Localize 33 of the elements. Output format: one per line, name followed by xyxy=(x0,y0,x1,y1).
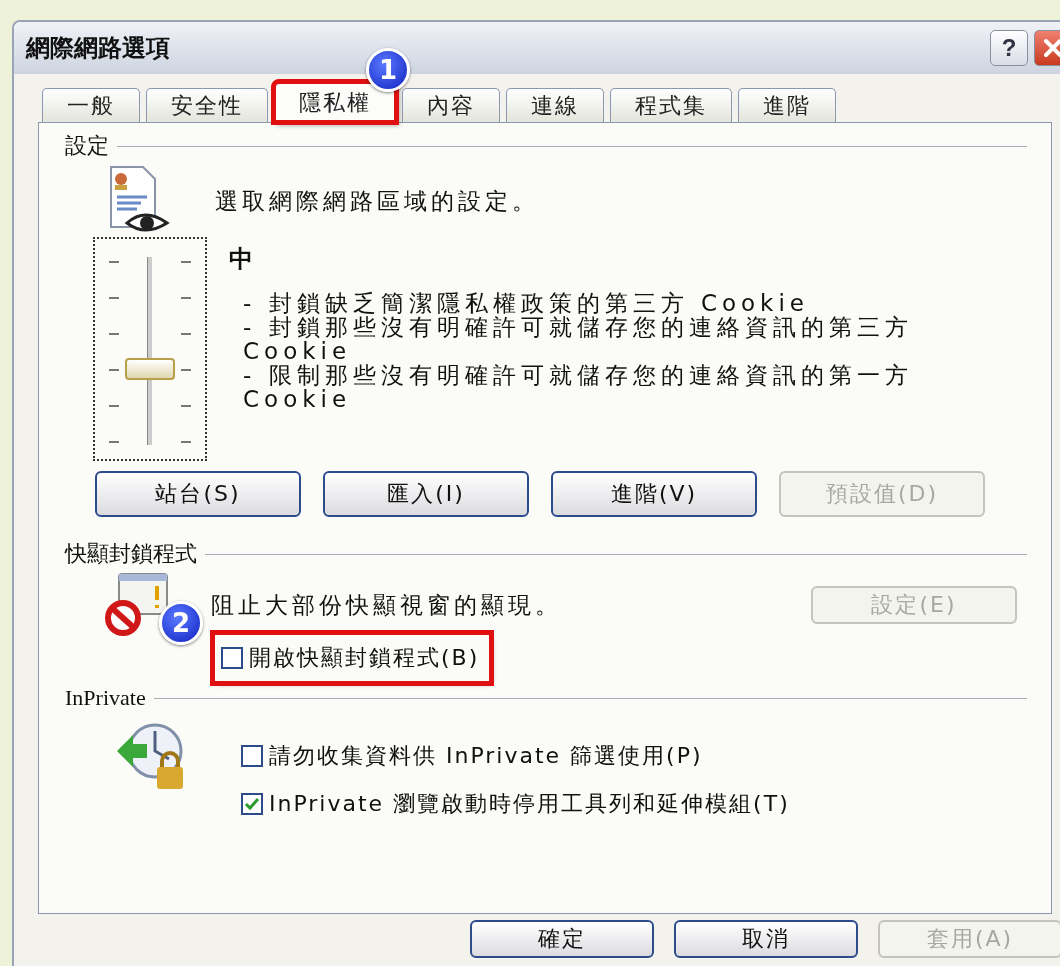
popup-description: 阻止大部份快顯視窗的顯現。 xyxy=(211,590,562,620)
privacy-slider[interactable] xyxy=(93,237,207,461)
tab[interactable]: 一般 xyxy=(42,88,140,122)
checkbox[interactable] xyxy=(221,647,243,669)
window-title: 網際網路選項 xyxy=(26,33,170,64)
tab[interactable]: 內容 xyxy=(402,88,500,122)
tab[interactable]: 連線 xyxy=(506,88,604,122)
policy-line: - 限制那些沒有明確許可就儲存您的連絡資訊的第一方 Cookie xyxy=(243,363,914,411)
group-heading: 設定 xyxy=(65,132,109,160)
dialog-button[interactable]: 取消 xyxy=(674,920,858,958)
dialog-button[interactable]: 確定 xyxy=(470,920,654,958)
slider-thumb[interactable] xyxy=(125,358,175,380)
checkbox[interactable] xyxy=(241,745,263,767)
inprivate-checkbox[interactable]: 請勿收集資料供 InPrivate 篩選使用(P) xyxy=(241,737,790,775)
dialog-button[interactable]: 進階(V) xyxy=(551,471,757,517)
step-badge: 2 xyxy=(159,601,203,645)
inprivate-checkbox[interactable]: InPrivate 瀏覽啟動時停用工具列和延伸模組(T) xyxy=(241,785,790,823)
popup-blocker-checkbox[interactable]: 開啟快顯封鎖程式(B) xyxy=(215,635,490,681)
check-icon xyxy=(243,795,261,813)
group-heading: 快顯封鎖程式 xyxy=(65,540,197,568)
dialog-button[interactable]: 站台(S) xyxy=(95,471,301,517)
checkbox[interactable] xyxy=(241,793,263,815)
policy-line: - 封鎖那些沒有明確許可就儲存您的連絡資訊的第三方 Cookie xyxy=(243,315,914,363)
tab[interactable]: 隱私權 xyxy=(274,82,396,122)
dialog-button[interactable]: 匯入(I) xyxy=(323,471,529,517)
privacy-level: 中 xyxy=(229,244,254,275)
help-button[interactable]: ? xyxy=(990,30,1028,66)
tab[interactable]: 進階 xyxy=(738,88,836,122)
tab[interactable]: 程式集 xyxy=(610,88,732,122)
policy-line: - 封鎖缺乏簡潔隱私權政策的第三方 Cookie xyxy=(243,291,810,315)
group-heading: InPrivate xyxy=(65,685,146,711)
tab[interactable]: 安全性 xyxy=(146,88,268,122)
settings-description: 選取網際網路區域的設定。 xyxy=(215,186,539,216)
